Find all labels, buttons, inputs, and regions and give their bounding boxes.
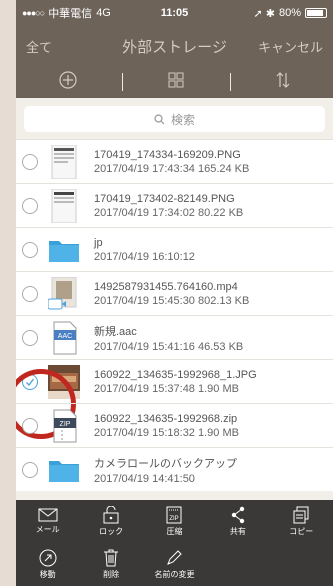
- list-item[interactable]: ZIP 160922_134635-1992968.zip 2017/04/19…: [16, 403, 333, 447]
- select-checkbox[interactable]: [22, 197, 38, 214]
- delete-label: 削除: [103, 570, 120, 579]
- compress-button[interactable]: ZIP 圧縮: [143, 500, 206, 543]
- select-checkbox[interactable]: [22, 417, 38, 434]
- page-title: 外部ストレージ: [122, 38, 227, 56]
- mail-icon: [38, 508, 58, 522]
- copy-label: コピー: [289, 527, 314, 536]
- share-label: 共有: [229, 527, 246, 536]
- file-meta: 2017/04/19 14:41:50: [94, 472, 195, 485]
- select-checkbox[interactable]: [22, 241, 38, 258]
- nav-header: 全て 外部ストレージ キャンセル: [16, 26, 333, 66]
- all-button[interactable]: 全て: [26, 37, 96, 56]
- file-meta: 2017/04/19 15:37:48 1.90 MB: [94, 382, 239, 395]
- divider: [229, 73, 232, 91]
- lock-button[interactable]: ロック: [79, 500, 142, 543]
- file-name: 新規.aac: [94, 325, 137, 338]
- copy-button[interactable]: コピー: [270, 500, 333, 543]
- move-button[interactable]: 移動: [16, 543, 79, 586]
- network-label: 4G: [96, 7, 111, 19]
- signal-icon: ●●●○○: [22, 8, 45, 18]
- svg-text:ZIP: ZIP: [60, 421, 71, 428]
- share-button[interactable]: 共有: [206, 500, 269, 543]
- select-checkbox[interactable]: [22, 329, 38, 346]
- select-checkbox-checked[interactable]: [22, 373, 38, 390]
- folder-icon: [48, 453, 80, 487]
- phone-screen: ●●●○○ 中華電信 4G 11:05 ➚ ✱ 80% 全て 外部ストレージ キ…: [16, 0, 333, 586]
- toolbar: [16, 66, 333, 98]
- check-icon: [26, 378, 35, 386]
- list-item[interactable]: 170419_173402-82149.PNG 2017/04/19 17:34…: [16, 183, 333, 227]
- battery-icon: [305, 8, 328, 18]
- file-name: 160922_134635-1992968.zip: [94, 412, 238, 425]
- status-bar: ●●●○○ 中華電信 4G 11:05 ➚ ✱ 80%: [16, 0, 333, 26]
- battery-percent: 80%: [278, 7, 302, 19]
- cancel-button[interactable]: キャンセル: [253, 37, 323, 56]
- select-checkbox[interactable]: [22, 285, 38, 302]
- file-meta: 2017/04/19 17:43:34 165.24 KB: [94, 162, 250, 175]
- list-item[interactable]: AAC 新規.aac 2017/04/19 15:41:16 46.53 KB: [16, 315, 333, 359]
- mail-label: メール: [35, 525, 60, 534]
- copy-icon: [293, 506, 309, 524]
- lock-label: ロック: [99, 527, 124, 536]
- share-icon: [231, 506, 245, 524]
- rename-label: 名前の変更: [154, 570, 195, 579]
- photo-thumbnail: [48, 364, 80, 399]
- pen-icon: [167, 550, 183, 565]
- carrier-label: 中華電信: [48, 8, 93, 20]
- zip-file-icon: ZIP: [48, 409, 80, 443]
- select-checkbox[interactable]: [22, 461, 38, 478]
- rename-button[interactable]: 名前の変更: [143, 543, 206, 586]
- delete-button[interactable]: 削除: [79, 543, 142, 586]
- search-input[interactable]: 検索: [24, 106, 325, 132]
- file-name: 160922_134635-1992968_1.JPG: [94, 368, 257, 381]
- search-area: 検索: [16, 98, 333, 139]
- list-item[interactable]: jp 2017/04/19 16:10:12: [16, 227, 333, 271]
- video-thumbnail: [47, 276, 80, 311]
- list-item-selected[interactable]: 160922_134635-1992968_1.JPG 2017/04/19 1…: [16, 359, 333, 439]
- image-thumbnail: [48, 188, 80, 223]
- file-name: カメラロールのバックアップ: [94, 457, 237, 470]
- file-meta: 2017/04/19 15:18:32 1.90 MB: [94, 426, 239, 439]
- lock-icon: [103, 506, 119, 524]
- grid-icon[interactable]: [168, 72, 184, 93]
- clock: 11:05: [160, 7, 189, 19]
- folder-icon: [48, 233, 80, 267]
- file-name: jp: [94, 236, 103, 249]
- search-icon: [154, 113, 165, 124]
- trash-icon: [104, 549, 119, 567]
- file-meta: 2017/04/19 15:45:30 802.13 KB: [94, 294, 250, 307]
- file-list: 170419_174334-169209.PNG 2017/04/19 17:4…: [16, 139, 333, 491]
- move-icon: [39, 549, 57, 567]
- file-meta: 2017/04/19 15:41:16 46.53 KB: [94, 340, 244, 353]
- zip-icon: ZIP: [166, 506, 182, 524]
- sort-arrows-icon[interactable]: [276, 71, 290, 93]
- divider: [121, 73, 124, 91]
- list-item[interactable]: 1492587931455.764160.mp4 2017/04/19 15:4…: [16, 271, 333, 315]
- svg-text:AAC: AAC: [58, 333, 72, 340]
- location-bluetooth-icon: ➚ ✱: [253, 7, 275, 20]
- plus-circle-icon[interactable]: [58, 70, 77, 94]
- select-checkbox[interactable]: [22, 153, 38, 170]
- image-thumbnail: [48, 144, 80, 179]
- list-item[interactable]: カメラロールのバックアップ 2017/04/19 14:41:50: [16, 447, 333, 491]
- svg-text:ZIP: ZIP: [170, 516, 179, 522]
- move-label: 移動: [39, 570, 56, 579]
- action-bar: メール ロック ZIP 圧縮 共有 コピー 移動 削除 名前の変更: [16, 500, 333, 586]
- file-meta: 2017/04/19 16:10:12: [94, 250, 195, 263]
- file-name: 170419_174334-169209.PNG: [94, 148, 241, 161]
- file-name: 170419_173402-82149.PNG: [94, 192, 235, 205]
- compress-label: 圧縮: [166, 527, 183, 536]
- mail-button[interactable]: メール: [16, 500, 79, 543]
- search-placeholder: 検索: [170, 112, 195, 127]
- list-item[interactable]: 170419_174334-169209.PNG 2017/04/19 17:4…: [16, 139, 333, 183]
- file-name: 1492587931455.764160.mp4: [94, 280, 238, 293]
- file-meta: 2017/04/19 17:34:02 80.22 KB: [94, 206, 244, 219]
- aac-file-icon: AAC: [48, 321, 80, 355]
